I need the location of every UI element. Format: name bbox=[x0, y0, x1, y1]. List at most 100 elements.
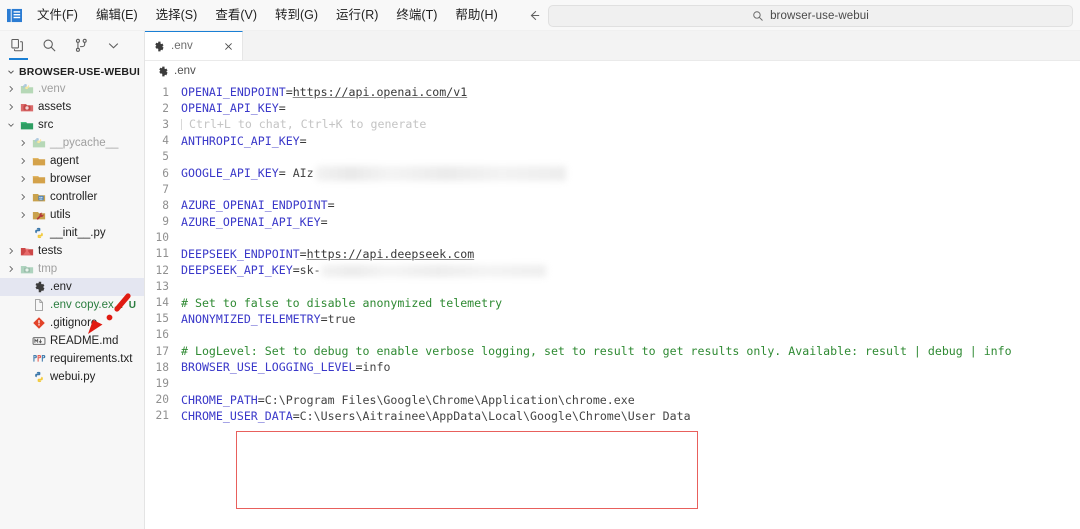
tree-item-label: .gitignore bbox=[50, 317, 98, 329]
chevron-right-icon[interactable] bbox=[5, 102, 16, 113]
line-number: 20 bbox=[155, 393, 169, 407]
tree-item-gitignore[interactable]: .gitignore bbox=[0, 314, 144, 332]
tree-item-venv[interactable]: .venv bbox=[0, 80, 144, 98]
menu-go[interactable]: 转到(G) bbox=[266, 3, 327, 27]
chevron-down-icon[interactable] bbox=[5, 120, 16, 131]
env-value: sk- bbox=[299, 263, 321, 278]
code-line: 20 CHROME_PATH=C:\Program Files\Google\Ch… bbox=[145, 392, 1080, 408]
tree-item-env-copy-ex[interactable]: .env copy.ex... U bbox=[0, 296, 144, 314]
tree-item-requirements-txt[interactable]: requirements.txt bbox=[0, 350, 144, 368]
tree-item-label: assets bbox=[38, 101, 72, 113]
line-number: 11 bbox=[155, 247, 169, 261]
chevron-right-icon[interactable] bbox=[17, 156, 28, 167]
code-line: 19 bbox=[145, 375, 1080, 391]
env-key: ANONYMIZED_TELEMETRY bbox=[181, 311, 321, 326]
line-text: ANTHROPIC_API_KEY= bbox=[181, 134, 1080, 148]
env-value: C:\Users\Aitrainee\AppData\Local\Google\… bbox=[299, 408, 691, 423]
explorer-sidebar: BROWSER-USE-WEBUI .venv assets src __pyc… bbox=[0, 31, 145, 529]
redacted-secret bbox=[315, 165, 566, 181]
git-status-badge: U bbox=[128, 299, 136, 311]
tree-item-readme-md[interactable]: README.md bbox=[0, 332, 144, 350]
chevron-right-icon[interactable] bbox=[5, 84, 16, 95]
url-link: https://api.openai.com/v1 bbox=[292, 85, 468, 100]
python-file-icon bbox=[32, 226, 46, 240]
tree-item-label: README.md bbox=[50, 335, 119, 347]
env-value: = bbox=[285, 85, 293, 100]
tests-folder-icon bbox=[20, 244, 34, 258]
line-number: 2 bbox=[162, 101, 169, 115]
title-bar: 文件(F) 编辑(E) 选择(S) 查看(V) 转到(G) 运行(R) 终端(T… bbox=[0, 0, 1080, 31]
tree-item-assets[interactable]: assets bbox=[0, 98, 144, 116]
tree-item-browser[interactable]: browser bbox=[0, 170, 144, 188]
line-number: 9 bbox=[162, 215, 169, 229]
tmp-folder-icon bbox=[20, 262, 34, 276]
line-number: 1 bbox=[162, 85, 169, 99]
tree-item-init-py[interactable]: __init__.py bbox=[0, 224, 144, 242]
chevron-right-icon[interactable] bbox=[17, 138, 28, 149]
quick-input-search-box[interactable]: browser-use-webui bbox=[548, 5, 1073, 27]
tree-item-label: webui.py bbox=[50, 371, 96, 383]
src-folder-icon bbox=[20, 118, 34, 132]
tree-item-tests[interactable]: tests bbox=[0, 242, 144, 260]
git-icon bbox=[32, 316, 46, 330]
tree-item-controller[interactable]: controller bbox=[0, 188, 144, 206]
code-line: 10 bbox=[145, 230, 1080, 246]
tree-item-env[interactable]: .env bbox=[0, 278, 144, 296]
quick-input-value: browser-use-webui bbox=[770, 10, 869, 22]
menu-view[interactable]: 查看(V) bbox=[206, 3, 266, 27]
explorer-icon[interactable] bbox=[9, 37, 26, 54]
code-line: 9 AZURE_OPENAI_API_KEY= bbox=[145, 214, 1080, 230]
tree-item-utils[interactable]: utils bbox=[0, 206, 144, 224]
code-line: 1 OPENAI_ENDPOINT=https://api.openai.com/… bbox=[145, 84, 1080, 100]
line-text: # Set to false to disable anonymized tel… bbox=[181, 296, 1080, 310]
line-text: ANONYMIZED_TELEMETRY=true bbox=[181, 312, 1080, 326]
chevron-right-icon[interactable] bbox=[17, 210, 28, 221]
code-line: 18 BROWSER_USE_LOGGING_LEVEL=info bbox=[145, 359, 1080, 375]
code-content[interactable]: 1 OPENAI_ENDPOINT=https://api.openai.com/… bbox=[145, 84, 1080, 524]
chevron-right-icon[interactable] bbox=[5, 264, 16, 275]
chevron-down-icon bbox=[5, 66, 16, 77]
code-line: 21 CHROME_USER_DATA=C:\Users\Aitrainee\Ap… bbox=[145, 408, 1080, 424]
line-number: 8 bbox=[162, 198, 169, 212]
env-key: DEEPSEEK_API_KEY bbox=[181, 263, 293, 278]
menu-run[interactable]: 运行(R) bbox=[327, 3, 387, 27]
menu-terminal[interactable]: 终端(T) bbox=[387, 3, 446, 27]
ai-hint-text: Ctrl+L to chat, Ctrl+K to generate bbox=[189, 117, 427, 132]
line-number: 6 bbox=[162, 166, 169, 180]
tree-item-tmp[interactable]: tmp bbox=[0, 260, 144, 278]
chevron-right-icon[interactable] bbox=[5, 246, 16, 257]
close-icon[interactable] bbox=[222, 40, 235, 53]
env-value: = bbox=[320, 311, 328, 326]
workspace-root-header[interactable]: BROWSER-USE-WEBUI bbox=[0, 63, 144, 80]
code-line: 11 DEEPSEEK_ENDPOINT=https://api.deepseek… bbox=[145, 246, 1080, 262]
tree-item-webui-py[interactable]: webui.py bbox=[0, 368, 144, 386]
source-control-icon[interactable] bbox=[73, 37, 90, 54]
chevron-down-icon[interactable] bbox=[105, 37, 122, 54]
line-number: 19 bbox=[155, 376, 169, 390]
code-line: 16 bbox=[145, 327, 1080, 343]
tab-env[interactable]: .env bbox=[145, 31, 243, 60]
env-value: = bbox=[292, 408, 300, 423]
tree-item-agent[interactable]: agent bbox=[0, 152, 144, 170]
chevron-right-icon[interactable] bbox=[17, 192, 28, 203]
line-text: CHROME_PATH=C:\Program Files\Google\Chro… bbox=[181, 393, 1080, 407]
tree-item-pycache[interactable]: __pycache__ bbox=[0, 134, 144, 152]
line-number: 16 bbox=[155, 328, 169, 342]
env-key: CHROME_USER_DATA bbox=[181, 408, 293, 423]
env-value: = bbox=[278, 165, 293, 180]
env-value: = bbox=[355, 360, 363, 375]
comment: # LogLevel: Set to debug to enable verbo… bbox=[181, 344, 1012, 359]
menu-help[interactable]: 帮助(H) bbox=[446, 3, 506, 27]
menu-edit[interactable]: 编辑(E) bbox=[87, 3, 147, 27]
env-value: = bbox=[292, 263, 300, 278]
env-value: C:\Program Files\Google\Chrome\Applicati… bbox=[264, 392, 635, 407]
tree-item-src[interactable]: src bbox=[0, 116, 144, 134]
menu-selection[interactable]: 选择(S) bbox=[147, 3, 207, 27]
env-value: = bbox=[320, 214, 328, 229]
chevron-right-icon[interactable] bbox=[17, 174, 28, 185]
search-icon[interactable] bbox=[41, 37, 58, 54]
line-number: 13 bbox=[155, 279, 169, 293]
env-key: GOOGLE_API_KEY bbox=[181, 165, 279, 180]
arrow-left-icon[interactable] bbox=[527, 7, 543, 23]
menu-file[interactable]: 文件(F) bbox=[28, 3, 87, 27]
